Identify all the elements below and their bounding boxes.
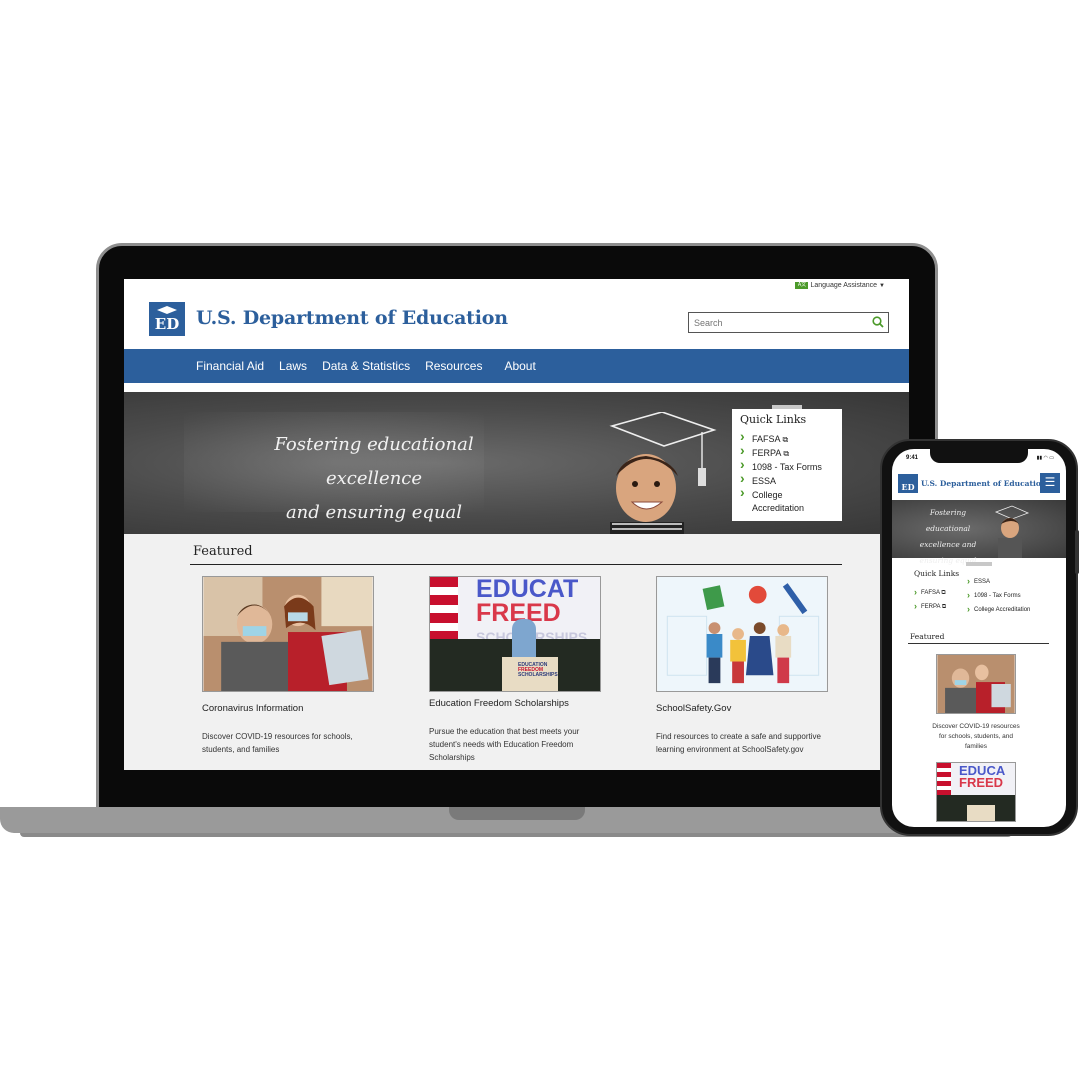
hero-line-2: and ensuring equal access bbox=[285, 502, 463, 523]
mobile-featured-divider bbox=[908, 643, 1049, 644]
quick-links-panel: Quick Links FAFSA ⧉ FERPA ⧉ 1098 - Tax F… bbox=[732, 405, 842, 521]
nav-resources[interactable]: Resources bbox=[425, 359, 482, 373]
mobile-quick-link-college-accreditation[interactable]: College Accreditation bbox=[967, 604, 1030, 614]
schoolsafety-card-image[interactable] bbox=[656, 576, 828, 692]
quick-link-1098-tax-forms[interactable]: 1098 - Tax Forms bbox=[740, 458, 834, 474]
card-title[interactable]: Coronavirus Information bbox=[202, 703, 376, 714]
mobile-hero-banner: Fostering educational excellence and ens… bbox=[892, 500, 1066, 581]
mobile-hero-line-1: Fostering educational bbox=[925, 508, 971, 533]
mobile-hero-line-2: excellence and bbox=[919, 540, 977, 549]
coronavirus-card-image[interactable] bbox=[202, 576, 374, 692]
quick-links-title: Quick Links bbox=[740, 413, 807, 426]
quick-link-label: FERPA bbox=[752, 448, 781, 458]
language-assistance-label: Language Assistance bbox=[810, 282, 878, 289]
chevron-down-icon: ▼ bbox=[879, 282, 885, 289]
desktop-screen: A文 Language Assistance ▼ ED U.S. Departm… bbox=[124, 279, 909, 770]
nav-data-statistics[interactable]: Data & Statistics bbox=[322, 359, 410, 373]
mobile-quick-link-1098[interactable]: 1098 - Tax Forms bbox=[967, 590, 1021, 600]
mobile-quick-links-panel: Quick Links FAFSA ⧉ FERPA ⧉ ESSA 1098 - … bbox=[910, 562, 1050, 620]
student-photo bbox=[609, 412, 717, 534]
quick-link-label: FERPA bbox=[921, 604, 941, 610]
status-icons: ▮▮ ◠ ▭ bbox=[1036, 455, 1054, 461]
quick-link-ferpa[interactable]: FERPA ⧉ bbox=[740, 444, 834, 460]
nav-about[interactable]: About bbox=[504, 359, 535, 373]
card-description: Discover COVID-19 resources for schools,… bbox=[202, 732, 353, 754]
nav-financial-aid[interactable]: Financial Aid bbox=[196, 359, 264, 373]
card-schoolsafety[interactable]: SchoolSafety.Gov Find resources to creat… bbox=[656, 576, 830, 756]
external-link-icon: ⧉ bbox=[783, 449, 790, 458]
mobile-efs-text: EDUCA FREED bbox=[959, 764, 1005, 790]
quick-link-label: FAFSA bbox=[921, 590, 940, 596]
mobile-featured-heading: Featured bbox=[910, 632, 945, 641]
featured-section: Featured Coronavirus Information Discove… bbox=[124, 534, 909, 770]
hero-tagline: Fostering educational excellence and ens… bbox=[254, 428, 494, 534]
mobile-quick-links-title: Quick Links bbox=[914, 569, 960, 578]
site-title[interactable]: U.S. Department of Education bbox=[196, 307, 508, 329]
mobile-education-freedom-image[interactable]: EDUCA FREED bbox=[936, 762, 1016, 822]
mobile-student-photo bbox=[994, 505, 1030, 558]
external-link-icon: ⧉ bbox=[782, 435, 789, 444]
external-link-icon: ⧉ bbox=[941, 590, 946, 596]
search-box[interactable] bbox=[688, 312, 889, 333]
quick-link-fafsa[interactable]: FAFSA ⧉ bbox=[740, 430, 834, 446]
main-nav: Financial Aid Laws Data & Statistics Res… bbox=[124, 349, 909, 383]
phone-notch bbox=[930, 449, 1028, 463]
laptop-notch bbox=[449, 807, 585, 820]
card-title[interactable]: Education Freedom Scholarships bbox=[429, 698, 603, 709]
ed-logo-mobile[interactable]: ED bbox=[898, 474, 918, 493]
featured-heading: Featured bbox=[193, 544, 253, 559]
education-freedom-card-image[interactable]: EDUCAT FREED SCHOLARSHIPS EDUCATION FREE… bbox=[429, 576, 601, 692]
quick-link-college-accreditation[interactable]: College Accreditation bbox=[740, 486, 834, 515]
translate-icon: A文 bbox=[795, 282, 809, 289]
efs-podium: EDUCATION FREEDOM SCHOLARSHIPS bbox=[502, 657, 558, 691]
phone-side-button bbox=[1075, 530, 1079, 574]
mobile-efs-podium bbox=[967, 805, 995, 821]
card-description: Find resources to create a safe and supp… bbox=[656, 732, 821, 754]
card-coronavirus[interactable]: Coronavirus Information Discover COVID-1… bbox=[202, 576, 376, 756]
featured-divider bbox=[190, 564, 842, 565]
ed-logo[interactable]: ED bbox=[149, 302, 185, 336]
hero-line-1: Fostering educational excellence bbox=[274, 434, 474, 489]
mobile-coronavirus-image[interactable] bbox=[936, 654, 1016, 714]
language-assistance[interactable]: A文 Language Assistance ▼ bbox=[795, 282, 885, 289]
mobile-quick-link-essa[interactable]: ESSA bbox=[967, 576, 990, 586]
card-education-freedom[interactable]: EDUCAT FREED SCHOLARSHIPS EDUCATION FREE… bbox=[429, 576, 603, 764]
site-title-mobile[interactable]: U.S. Department of Education bbox=[921, 479, 1046, 488]
quick-link-essa[interactable]: ESSA bbox=[740, 472, 834, 488]
card-title[interactable]: SchoolSafety.Gov bbox=[656, 703, 830, 714]
podium-line-3: SCHOLARSHIPS bbox=[518, 672, 558, 678]
quick-link-label: FAFSA bbox=[752, 434, 781, 444]
external-link-icon: ⧉ bbox=[941, 604, 947, 610]
mobile-banner-line-2: FREED bbox=[959, 775, 1004, 790]
search-icon[interactable] bbox=[872, 316, 884, 328]
search-input[interactable] bbox=[689, 313, 859, 333]
mobile-quick-link-ferpa[interactable]: FERPA ⧉ bbox=[914, 601, 947, 611]
mobile-screen: 9:41 ▮▮ ◠ ▭ ED U.S. Department of Educat… bbox=[892, 449, 1066, 827]
hamburger-menu-icon[interactable]: ☰ bbox=[1040, 473, 1060, 493]
mobile-card-description: Discover COVID-19 resources for schools,… bbox=[932, 723, 1020, 750]
efs-speaker bbox=[512, 619, 536, 659]
card-description: Pursue the education that best meets you… bbox=[429, 727, 580, 762]
status-time: 9:41 bbox=[906, 455, 919, 461]
banner-line-1: EDUCAT bbox=[476, 576, 579, 603]
nav-laws[interactable]: Laws bbox=[279, 359, 307, 373]
mobile-quick-link-fafsa[interactable]: FAFSA ⧉ bbox=[914, 587, 946, 597]
